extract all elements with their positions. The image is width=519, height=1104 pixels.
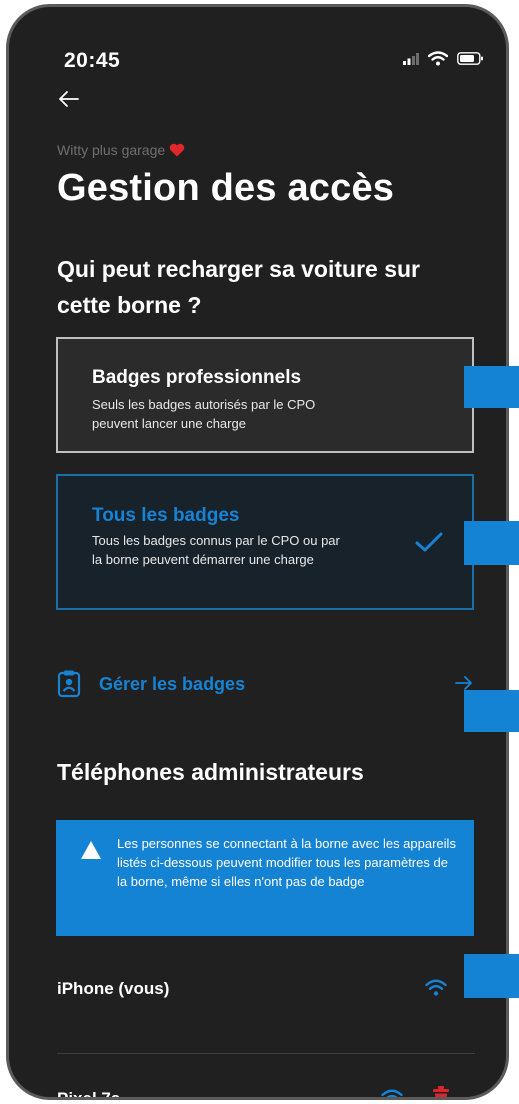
phone-screen: 20:45 Witty plus garage Gestion des accè… xyxy=(6,4,509,1100)
status-time: 20:45 xyxy=(64,49,121,72)
option-title: Badges professionnels xyxy=(92,367,302,388)
annotation-marker xyxy=(464,690,519,732)
page-title: Gestion des accès xyxy=(57,167,395,209)
info-notice: Les personnes se connectant à la borne a… xyxy=(56,820,474,936)
battery-icon xyxy=(457,52,483,65)
wifi-icon xyxy=(425,979,447,996)
cellular-signal-icon xyxy=(403,52,419,65)
site-name: Witty plus garage xyxy=(57,142,185,158)
back-arrow-icon[interactable] xyxy=(56,87,82,111)
checkmark-icon xyxy=(415,532,443,552)
option-title: Tous les badges xyxy=(92,505,240,526)
annotation-marker xyxy=(464,954,519,998)
manage-badges-link[interactable]: Gérer les badges xyxy=(56,667,474,701)
option-professional-badges[interactable]: Badges professionnels Seuls les badges a… xyxy=(56,337,474,453)
site-name-label: Witty plus garage xyxy=(57,142,166,158)
divider xyxy=(57,1053,475,1054)
annotation-marker xyxy=(464,366,519,408)
option-description: Tous les badges connus par le CPO ou par… xyxy=(92,533,340,567)
admin-phones-title: Téléphones administrateurs xyxy=(57,759,364,785)
status-bar: 20:45 xyxy=(9,7,506,87)
device-name: Pixel 7a xyxy=(57,1089,121,1100)
wifi-status-icon xyxy=(428,51,448,66)
heart-icon xyxy=(169,143,185,157)
wifi-icon xyxy=(381,1089,403,1097)
option-description: Seuls les badges autorisés par le CPO pe… xyxy=(92,397,316,431)
warning-icon xyxy=(81,841,101,859)
annotation-marker xyxy=(464,521,519,565)
device-row[interactable]: Pixel 7a xyxy=(57,1079,475,1100)
manage-badges-label: Gérer les badges xyxy=(99,673,246,694)
option-all-badges[interactable]: Tous les badges Tous les badges connus p… xyxy=(56,474,474,610)
status-icons xyxy=(403,51,484,66)
device-name: iPhone (vous) xyxy=(57,979,170,998)
device-row[interactable]: iPhone (vous) xyxy=(57,969,475,1009)
badge-card-icon xyxy=(57,670,81,698)
trash-icon[interactable] xyxy=(433,1086,449,1100)
access-question: Qui peut recharger sa voiture sur cette … xyxy=(57,256,421,318)
notice-text: Les personnes se connectant à la borne a… xyxy=(117,836,456,889)
